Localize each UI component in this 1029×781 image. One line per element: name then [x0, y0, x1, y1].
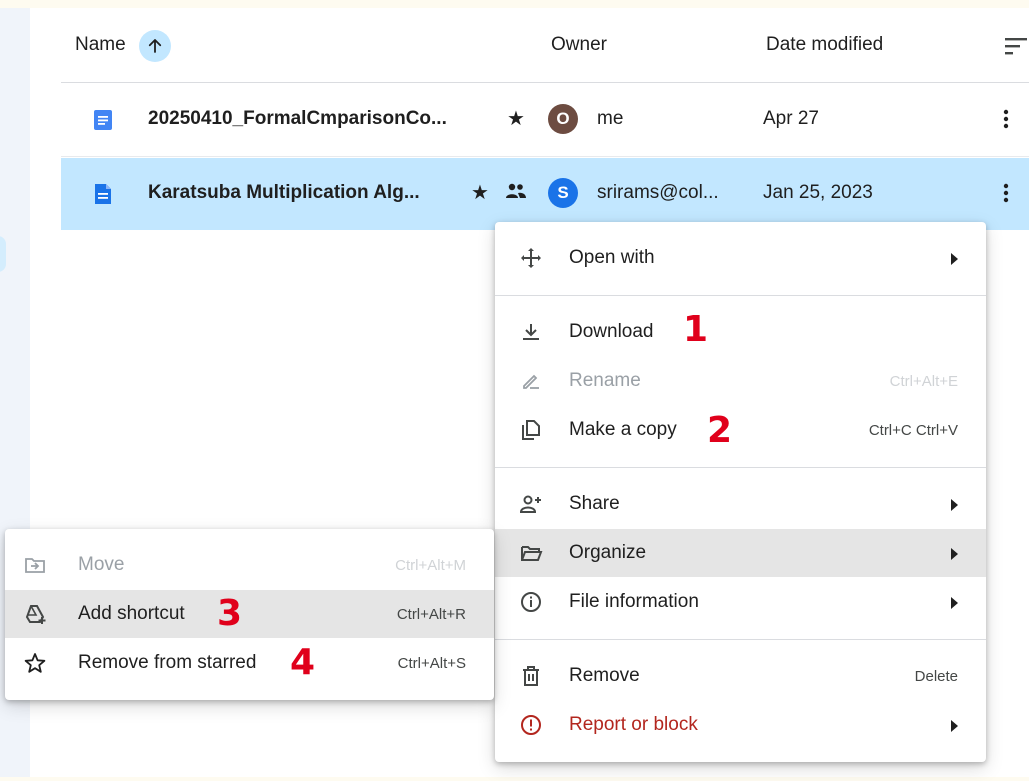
menu-item-rename[interactable]: Rename Ctrl+Alt+E — [495, 357, 986, 405]
menu-item-report-or-block[interactable]: Report or block — [495, 701, 986, 749]
share-person-add-icon — [519, 495, 541, 513]
avatar: S — [548, 178, 578, 208]
avatar: O — [548, 104, 578, 134]
arrow-up-icon — [148, 39, 162, 53]
file-row[interactable]: 20250410_FormalCmparisonCo... ★ O me Apr… — [61, 84, 1029, 157]
menu-item-remove[interactable]: Remove Delete — [495, 652, 986, 700]
menu-divider — [495, 639, 986, 640]
trash-icon — [523, 666, 539, 686]
menu-label: Move — [78, 554, 125, 575]
report-icon — [521, 715, 541, 735]
menu-label: Organize — [569, 542, 647, 563]
menu-item-file-information[interactable]: File information — [495, 578, 986, 626]
annotation-number-4: 4 — [290, 642, 316, 683]
column-header-name[interactable]: Name — [75, 34, 126, 56]
rename-pencil-icon — [523, 374, 539, 389]
menu-item-make-a-copy[interactable]: Make a copy Ctrl+C Ctrl+V — [495, 406, 986, 454]
open-with-icon — [521, 248, 541, 268]
column-header-date-modified[interactable]: Date modified — [766, 34, 883, 56]
menu-item-share[interactable]: Share — [495, 480, 986, 528]
column-header-owner[interactable]: Owner — [551, 34, 607, 56]
submenu-arrow-icon — [951, 499, 958, 511]
menu-divider — [495, 295, 986, 296]
menu-shortcut: Ctrl+C Ctrl+V — [868, 422, 958, 439]
menu-divider — [495, 467, 986, 468]
submenu-arrow-icon — [951, 720, 958, 732]
download-icon — [523, 324, 539, 340]
menu-label: Add shortcut — [78, 603, 185, 624]
folder-open-icon — [521, 546, 543, 561]
menu-label: Download — [569, 321, 654, 342]
submenu-arrow-icon — [951, 548, 958, 560]
annotation-number-1: 1 — [683, 309, 709, 350]
sidebar-active-indicator — [0, 236, 6, 272]
menu-label: Remove — [569, 665, 640, 686]
file-name: 20250410_FormalCmparisonCo... — [148, 108, 447, 129]
more-actions-icon[interactable] — [1003, 182, 1009, 209]
annotation-number-2: 2 — [707, 410, 733, 451]
annotation-number-3: 3 — [217, 593, 243, 634]
menu-item-download[interactable]: Download — [495, 308, 986, 356]
file-name: Karatsuba Multiplication Alg... — [148, 182, 420, 203]
menu-label: Rename — [569, 370, 641, 391]
sort-options-icon[interactable] — [1005, 36, 1027, 61]
copy-icon — [522, 420, 540, 440]
menu-label: Make a copy — [569, 419, 677, 440]
google-docs-icon — [95, 184, 111, 204]
menu-label: Share — [569, 493, 620, 514]
star-outline-icon — [24, 653, 46, 673]
organize-submenu: Move Ctrl+Alt+M Add shortcut Ctrl+Alt+R … — [5, 529, 494, 700]
file-date-modified: Jan 25, 2023 — [763, 182, 873, 203]
file-row-selected[interactable]: Karatsuba Multiplication Alg... ★ S srir… — [61, 158, 1029, 230]
file-owner: srirams@col... — [597, 182, 719, 203]
submenu-arrow-icon — [951, 253, 958, 265]
starred-icon: ★ — [471, 182, 489, 204]
menu-item-move[interactable]: Move Ctrl+Alt+M — [5, 541, 494, 589]
menu-shortcut: Ctrl+Alt+E — [889, 373, 958, 390]
more-actions-icon[interactable] — [1003, 108, 1009, 135]
menu-shortcut: Ctrl+Alt+M — [395, 557, 466, 574]
google-docs-icon — [94, 110, 112, 130]
starred-icon: ★ — [507, 108, 525, 130]
menu-label: File information — [569, 591, 699, 612]
menu-item-organize[interactable]: Organize — [495, 529, 986, 577]
info-icon — [521, 592, 541, 612]
file-owner: me — [597, 108, 624, 129]
menu-label: Remove from starred — [78, 652, 257, 673]
move-folder-icon — [25, 558, 45, 573]
menu-item-add-shortcut[interactable]: Add shortcut Ctrl+Alt+R — [5, 590, 494, 638]
menu-item-open-with[interactable]: Open with — [495, 234, 986, 282]
menu-shortcut: Ctrl+Alt+S — [397, 655, 466, 672]
sort-ascending-button[interactable] — [139, 30, 171, 62]
file-list-header: Name Owner Date modified — [61, 8, 1029, 83]
context-menu: Open with Download Rename Ctrl+Alt+E Mak… — [495, 222, 986, 762]
shared-people-icon — [505, 182, 527, 205]
submenu-arrow-icon — [951, 597, 958, 609]
add-shortcut-drive-icon — [25, 605, 46, 624]
menu-shortcut: Delete — [914, 668, 958, 685]
menu-shortcut: Ctrl+Alt+R — [396, 606, 466, 623]
menu-label: Report or block — [569, 714, 698, 735]
menu-item-remove-from-starred[interactable]: Remove from starred Ctrl+Alt+S — [5, 639, 494, 687]
menu-label: Open with — [569, 247, 655, 268]
file-date-modified: Apr 27 — [763, 108, 819, 129]
